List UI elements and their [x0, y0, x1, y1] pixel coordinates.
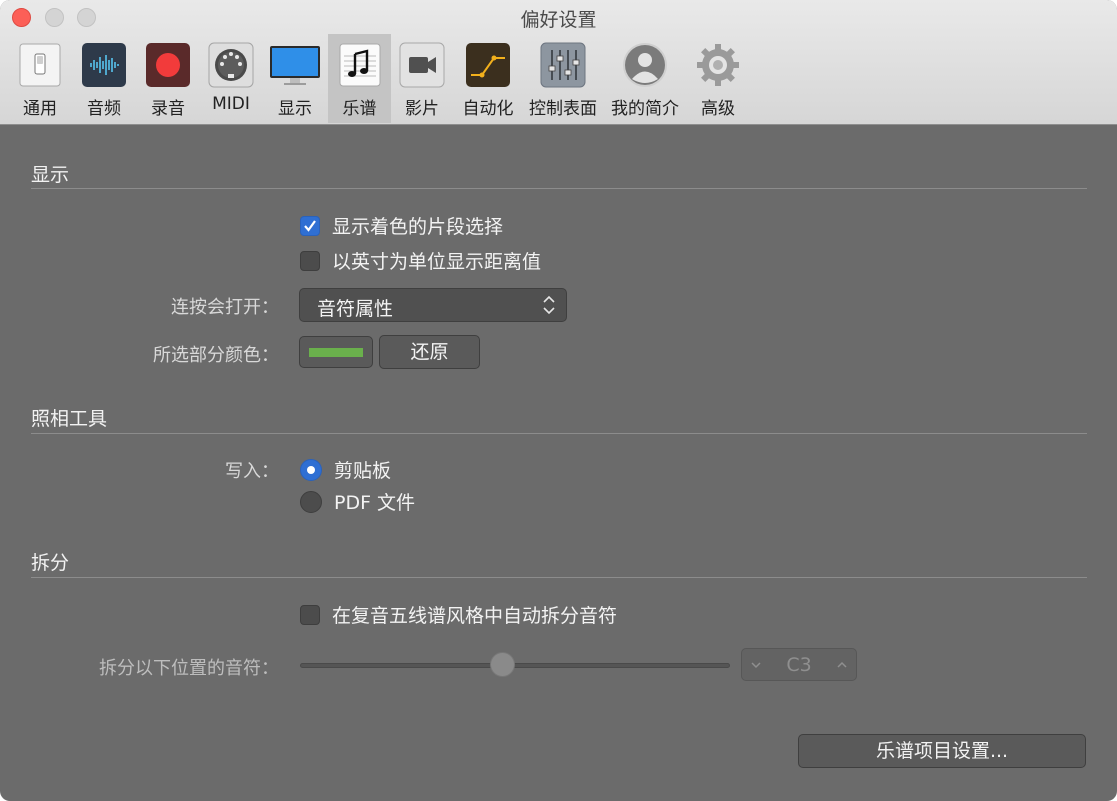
chevron-up-down-icon	[542, 294, 556, 320]
split-below-label: 拆分以下位置的音符：	[99, 658, 279, 679]
toolbar-item-midi[interactable]: MIDI	[203, 34, 259, 123]
pdf-file-option[interactable]: PDF 文件	[300, 488, 415, 515]
score-preferences-pane: 显示 显示着色的片段选择 以英寸为单位显示距离值 连按会打开： 音符属性 所选部…	[0, 125, 1117, 801]
slider-knob[interactable]	[490, 652, 515, 677]
colored-selection-checkbox[interactable]	[300, 215, 320, 236]
preferences-window: 偏好设置 通用 音频 录音 MIDI 显示 乐谱 影片 自动化 控制表面 我的简…	[0, 0, 1117, 801]
record-icon	[145, 42, 191, 88]
automation-icon	[465, 42, 511, 88]
toolbar-item-label: 显示	[278, 99, 312, 119]
toolbar-item-automation[interactable]: 自动化	[458, 34, 518, 123]
double-click-popup[interactable]: 音符属性	[299, 288, 567, 322]
toolbar-item-control-surfaces[interactable]: 控制表面	[526, 34, 600, 123]
toolbar-item-label: 音频	[87, 99, 121, 119]
toolbar-item-display[interactable]: 显示	[266, 34, 324, 123]
toolbar-item-advanced[interactable]: 高级	[690, 34, 746, 123]
midi-connector-icon	[208, 42, 254, 88]
control-surfaces-icon	[540, 42, 586, 88]
toolbar-item-movie[interactable]: 影片	[394, 34, 450, 123]
inches-option[interactable]: 以英寸为单位显示距离值	[300, 247, 541, 274]
selection-color-label: 所选部分颜色：	[153, 345, 279, 366]
checkbox-label: 显示着色的片段选择	[332, 216, 504, 238]
colored-selection-option[interactable]: 显示着色的片段选择	[300, 212, 503, 239]
divider	[31, 577, 1087, 578]
user-profile-icon	[622, 42, 668, 88]
score-project-settings-button[interactable]: 乐谱项目设置...	[798, 734, 1086, 768]
inches-checkbox[interactable]	[300, 250, 320, 271]
toolbar-item-general[interactable]: 通用	[12, 34, 68, 123]
toolbar-item-my-info[interactable]: 我的简介	[608, 34, 682, 123]
section-title-display: 显示	[31, 164, 70, 186]
toolbar-item-label: 影片	[405, 99, 439, 119]
toolbar-item-label: 自动化	[462, 99, 514, 119]
toolbar-item-label: MIDI	[212, 94, 250, 114]
toolbar-item-score[interactable]: 乐谱	[328, 34, 391, 123]
pdf-file-radio[interactable]	[300, 490, 322, 513]
radio-label: PDF 文件	[334, 492, 416, 514]
score-note-icon	[337, 42, 383, 88]
double-click-label: 连按会打开：	[171, 297, 279, 318]
auto-split-option[interactable]: 在复音五线谱风格中自动拆分音符	[300, 601, 617, 628]
selection-color-well[interactable]	[299, 336, 373, 368]
divider	[31, 433, 1087, 434]
write-to-label: 写入：	[225, 461, 279, 482]
divider	[31, 188, 1087, 189]
display-monitor-icon	[268, 42, 322, 88]
movie-camera-icon	[399, 42, 445, 88]
audio-waveform-icon	[81, 42, 127, 88]
split-note-stepper[interactable]: C3	[741, 648, 857, 681]
color-swatch	[309, 348, 363, 357]
split-point-slider[interactable]	[300, 663, 730, 668]
popup-value: 音符属性	[317, 298, 394, 320]
general-switch-icon	[17, 42, 63, 88]
checkbox-label: 以英寸为单位显示距离值	[332, 251, 542, 273]
auto-split-checkbox[interactable]	[300, 604, 320, 625]
clipboard-radio[interactable]	[300, 458, 322, 481]
toolbar-item-label: 通用	[23, 99, 57, 119]
section-title-split: 拆分	[31, 552, 70, 574]
toolbar-item-label: 高级	[701, 99, 735, 119]
gear-icon	[695, 42, 741, 88]
toolbar-item-audio[interactable]: 音频	[76, 34, 132, 123]
checkmark-icon	[304, 219, 316, 232]
chevron-up-icon[interactable]	[836, 655, 848, 679]
window-title: 偏好设置	[520, 9, 597, 31]
radio-label: 剪贴板	[334, 460, 392, 482]
toolbar-item-label: 控制表面	[529, 99, 597, 119]
toolbar-item-label: 我的简介	[611, 99, 679, 119]
checkbox-label: 在复音五线谱风格中自动拆分音符	[332, 605, 618, 627]
title-bar: 偏好设置 通用 音频 录音 MIDI 显示 乐谱 影片 自动化 控制表面 我的简…	[0, 0, 1117, 125]
revert-button[interactable]: 还原	[379, 335, 480, 369]
section-title-camera: 照相工具	[31, 408, 108, 430]
toolbar-item-label: 乐谱	[342, 99, 377, 119]
clipboard-option[interactable]: 剪贴板	[300, 456, 391, 483]
toolbar-item-record[interactable]: 录音	[140, 34, 196, 123]
toolbar-item-label: 录音	[151, 99, 185, 119]
